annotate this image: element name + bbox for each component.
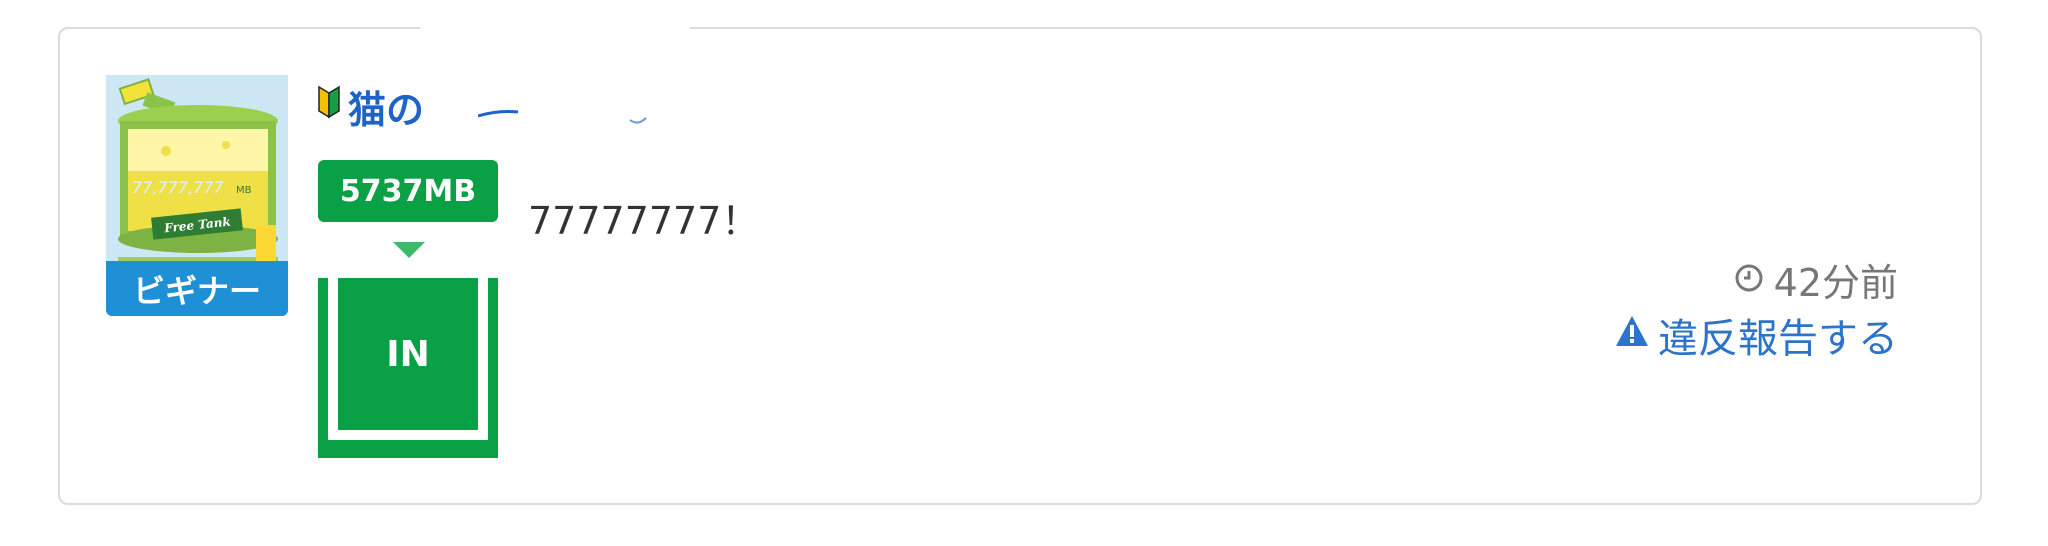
- tank-inner-bottom: [328, 430, 488, 440]
- tank-inner-left: [328, 278, 338, 430]
- user-avatar[interactable]: 77,777,777 MB Free Tank ビギナー: [106, 75, 288, 316]
- card-top-mask: [420, 18, 690, 34]
- tank-in-indicator: IN: [318, 278, 498, 458]
- tank-inner-right: [478, 278, 488, 430]
- time-ago: 42分前: [1773, 261, 1898, 305]
- user-name-mask: [477, 82, 668, 138]
- tank-direction-label: IN: [386, 333, 430, 375]
- user-name-link[interactable]: 猫の: [318, 82, 424, 132]
- avatar-image: 77,777,777 MB Free Tank: [106, 75, 288, 275]
- beginner-badge: ビギナー: [106, 261, 288, 316]
- report-label: 違反報告する: [1658, 316, 1898, 362]
- post-time: 42分前: [1734, 252, 1898, 307]
- report-link[interactable]: 違反報告する: [1614, 306, 1898, 364]
- post-message: 77777777！: [528, 199, 760, 243]
- beginner-mark-icon: [318, 84, 340, 128]
- tank-arrow: [393, 242, 425, 258]
- user-name: 猫の: [348, 87, 425, 132]
- clock-icon: [1734, 258, 1764, 302]
- image-unit: MB: [236, 185, 252, 196]
- free-tank-illustration: 77,777,777 MB Free Tank: [106, 75, 288, 275]
- image-number: 77,777,777: [132, 178, 224, 197]
- tank-mb-label: 5737MB: [318, 160, 498, 222]
- warning-icon: [1614, 312, 1650, 358]
